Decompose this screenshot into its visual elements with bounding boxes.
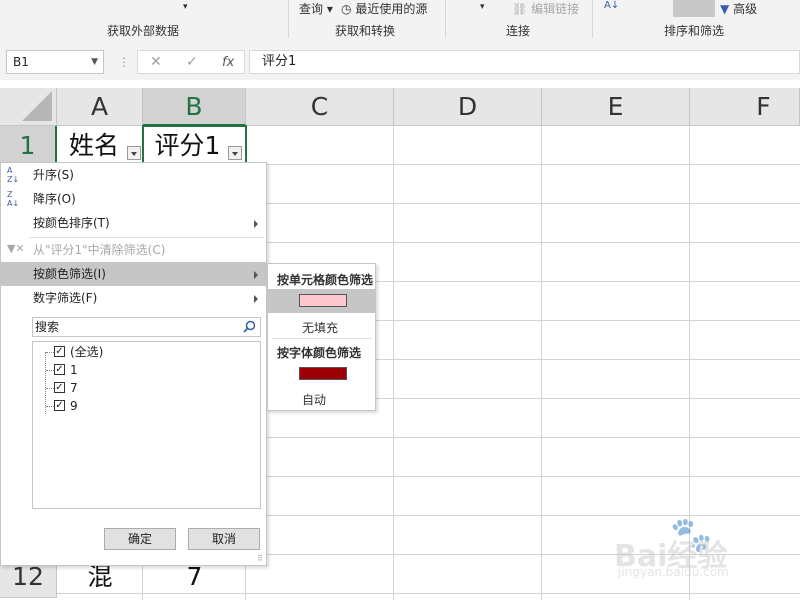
filter-by-color-item[interactable]: 按颜色筛选(I) [1, 262, 266, 286]
chevron-right-icon [254, 295, 258, 303]
watermark-url: jingyan.baidu.com [618, 565, 729, 579]
search-icon [243, 320, 256, 333]
connections-dropdown-icon[interactable]: ▾ [480, 2, 485, 12]
edit-links-button[interactable]: ⛓ 编辑链接 [512, 0, 579, 17]
group-label-sort-filter: 排序和筛选 [664, 24, 725, 38]
ribbon-separator [445, 0, 446, 38]
group-label-get-transform: 获取和转换 [335, 24, 396, 38]
sort-az-icon[interactable]: A↓ [604, 0, 619, 11]
cancel-button[interactable]: 取消 [188, 528, 260, 550]
cell-color-swatch [299, 294, 347, 307]
autofilter-menu: A Z↓ 升序(S) Z A↓ 降序(O) 按颜色排序(T) ▼✕ 从"评分1"中清… [0, 162, 267, 566]
formula-buttons: ✕ ✓ fx [137, 50, 245, 74]
name-box[interactable]: B1 ▼ [6, 50, 104, 74]
filter-button-b[interactable] [228, 146, 242, 160]
fx-icon[interactable]: fx [222, 55, 234, 70]
cell-color-option[interactable] [268, 289, 375, 313]
submenu-separator [272, 338, 372, 339]
sort-ascending-item[interactable]: A Z↓ 升序(S) [1, 163, 266, 187]
watermark: 🐾 Bai经验 jingyan.baidu.com [614, 515, 794, 585]
column-header-c[interactable]: C [246, 88, 394, 126]
clear-filter-item[interactable]: ▼✕ 从"评分1"中清除筛选(C) [1, 238, 266, 262]
query-button[interactable]: 查询 ▾ [299, 0, 333, 17]
clear-filter-icon: ▼✕ [7, 242, 25, 255]
formula-input[interactable]: 评分1 [249, 50, 800, 74]
ok-button[interactable]: 确定 [104, 528, 176, 550]
cancel-icon[interactable]: ✕ [150, 54, 162, 70]
cell-color-header: 按单元格颜色筛选 [277, 273, 374, 287]
filter-values-list: ✓ (全选) ✓ 1 ✓ 7 ✓ 9 [32, 341, 261, 509]
recent-sources-button[interactable]: ◷ 最近使用的源 [341, 0, 427, 17]
sort-ascending-icon: A Z↓ [7, 166, 20, 184]
confirm-icon[interactable]: ✓ [186, 54, 198, 70]
get-external-data-dropdown-icon[interactable]: ▾ [183, 2, 188, 12]
ribbon-separator [288, 0, 289, 38]
font-color-header: 按字体颜色筛选 [277, 346, 362, 360]
checkbox-checked-icon[interactable]: ✓ [54, 346, 65, 357]
column-header-a[interactable]: A [57, 88, 143, 126]
formula-bar: B1 ▼ ⋮ ✕ ✓ fx 评分1 [0, 46, 800, 80]
advanced-filter-button[interactable]: ▼ 高级 [720, 0, 757, 17]
clock-icon: ◷ [341, 2, 352, 16]
filter-button-a[interactable] [127, 146, 141, 160]
resize-grip-icon[interactable]: ⠿ [257, 554, 263, 563]
column-header-b[interactable]: B [143, 88, 246, 126]
column-header-e[interactable]: E [542, 88, 690, 126]
chevron-down-icon[interactable]: ▼ [91, 51, 98, 73]
ribbon: ▾ 获取外部数据 查询 ▾ ◷ 最近使用的源 获取和转换 ▾ ⛓ 编辑链接 连接… [0, 0, 800, 47]
chevron-right-icon [254, 271, 258, 279]
group-label-get-external-data: 获取外部数据 [107, 24, 180, 38]
group-label-connections: 连接 [506, 24, 531, 38]
font-color-swatch [299, 367, 347, 380]
sort-descending-icon: Z A↓ [7, 190, 20, 208]
link-icon: ⛓ [512, 2, 528, 16]
chevron-right-icon [254, 220, 258, 228]
number-filter-item[interactable]: 数字筛选(F) [1, 286, 266, 310]
filter-by-color-submenu: 按单元格颜色筛选 无填充 按字体颜色筛选 自动 [267, 263, 376, 411]
no-fill-option[interactable]: 无填充 [302, 319, 338, 336]
auto-option[interactable]: 自动 [302, 391, 326, 408]
ribbon-separator [592, 0, 593, 38]
sort-by-color-item[interactable]: 按颜色排序(T) [1, 211, 266, 235]
checkbox-checked-icon[interactable]: ✓ [54, 364, 65, 375]
column-header-f[interactable]: F [690, 88, 800, 126]
funnel-icon: ▼ [720, 2, 730, 16]
search-placeholder: 搜索 [35, 320, 60, 334]
font-color-option[interactable] [268, 362, 375, 386]
resize-handle-icon[interactable]: ⋮ [118, 55, 130, 69]
filter-search-input[interactable]: 搜索 [32, 317, 261, 337]
checkbox-checked-icon[interactable]: ✓ [54, 382, 65, 393]
sort-descending-item[interactable]: Z A↓ 降序(O) [1, 187, 266, 211]
sort-button-highlight [673, 0, 715, 17]
select-all-corner[interactable] [0, 88, 57, 126]
name-box-value: B1 [13, 55, 29, 69]
checkbox-checked-icon[interactable]: ✓ [54, 400, 65, 411]
column-header-d[interactable]: D [394, 88, 542, 126]
row-header-1[interactable]: 1 [0, 126, 57, 165]
